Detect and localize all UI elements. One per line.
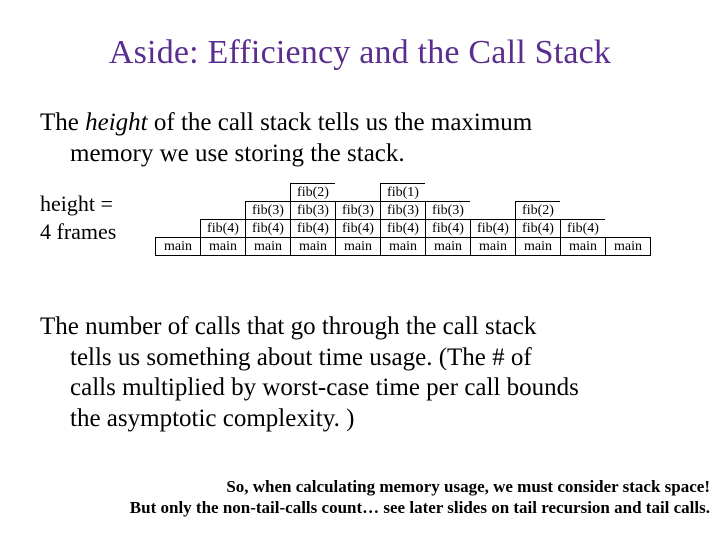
call-stack-sequence: mainmainfib(4)mainfib(4)fib(3)mainfib(4)… — [155, 183, 651, 256]
stack-frame: fib(3) — [291, 202, 335, 220]
footnote: So, when calculating memory usage, we mu… — [10, 477, 710, 518]
stack-frame: main — [516, 238, 560, 255]
height-label: height = 4 frames — [40, 190, 116, 245]
stack-frame: fib(4) — [291, 220, 335, 238]
call-stack-column: mainfib(4)fib(3)fib(1) — [380, 183, 425, 256]
footnote-line2: But only the non-tail-calls count… see l… — [130, 498, 710, 517]
stack-frame: main — [381, 238, 425, 255]
stack-frame: fib(2) — [291, 184, 335, 202]
stack-frame: main — [291, 238, 335, 255]
stack-frame: fib(4) — [201, 220, 245, 238]
stack-frame: fib(4) — [246, 220, 290, 238]
footnote-line1: So, when calculating memory usage, we mu… — [226, 477, 710, 496]
call-stack-column: mainfib(4)fib(3) — [245, 201, 290, 256]
p2-line3: calls multiplied by worst-case time per … — [40, 373, 695, 404]
call-stack-column: mainfib(4) — [470, 219, 515, 256]
stack-frame: fib(4) — [561, 220, 605, 238]
stack-frame: main — [426, 238, 470, 255]
stack-frame: fib(4) — [516, 220, 560, 238]
stack-frame: fib(2) — [516, 202, 560, 220]
stack-frame: fib(3) — [246, 202, 290, 220]
slide: Aside: Efficiency and the Call Stack The… — [0, 0, 720, 540]
call-stack-column: mainfib(4)fib(3) — [425, 201, 470, 256]
call-stack-column: mainfib(4)fib(3) — [335, 201, 380, 256]
stack-frame: main — [471, 238, 515, 255]
paragraph-1: The height of the call stack tells us th… — [40, 108, 680, 169]
p2-line2: tells us something about time usage. (Th… — [40, 343, 695, 374]
stack-frame: fib(3) — [381, 202, 425, 220]
stack-frame: main — [336, 238, 380, 255]
p1-line2: memory we use storing the stack. — [40, 140, 405, 167]
p1-italic: height — [85, 109, 148, 136]
call-stack-column: mainfib(4) — [560, 219, 605, 256]
p2-line4: the asymptotic complexity. ) — [40, 404, 695, 435]
stack-frame: fib(4) — [426, 220, 470, 238]
stack-frame: fib(1) — [381, 184, 425, 202]
height-label-line2: 4 frames — [40, 219, 116, 244]
call-stack-column: mainfib(4)fib(2) — [515, 201, 560, 256]
stack-frame: main — [156, 238, 200, 255]
height-label-line1: height = — [40, 191, 113, 216]
stack-frame: main — [201, 238, 245, 255]
call-stack-column: main — [155, 237, 200, 256]
stack-frame: fib(4) — [381, 220, 425, 238]
stack-frame: fib(3) — [426, 202, 470, 220]
call-stack-column: main — [605, 237, 651, 256]
p2-line1: The number of calls that go through the … — [40, 313, 536, 340]
call-stack-column: mainfib(4) — [200, 219, 245, 256]
p1-rest-line1: of the call stack tells us the maximum — [148, 109, 533, 136]
stack-frame: main — [561, 238, 605, 255]
slide-title: Aside: Efficiency and the Call Stack — [0, 34, 720, 72]
stack-frame: fib(4) — [336, 220, 380, 238]
paragraph-2: The number of calls that go through the … — [40, 312, 695, 434]
stack-frame: main — [246, 238, 290, 255]
p1-prefix: The — [40, 109, 85, 136]
stack-frame: main — [606, 238, 650, 255]
call-stack-column: mainfib(4)fib(3)fib(2) — [290, 183, 335, 256]
stack-frame: fib(4) — [471, 220, 515, 238]
stack-frame: fib(3) — [336, 202, 380, 220]
